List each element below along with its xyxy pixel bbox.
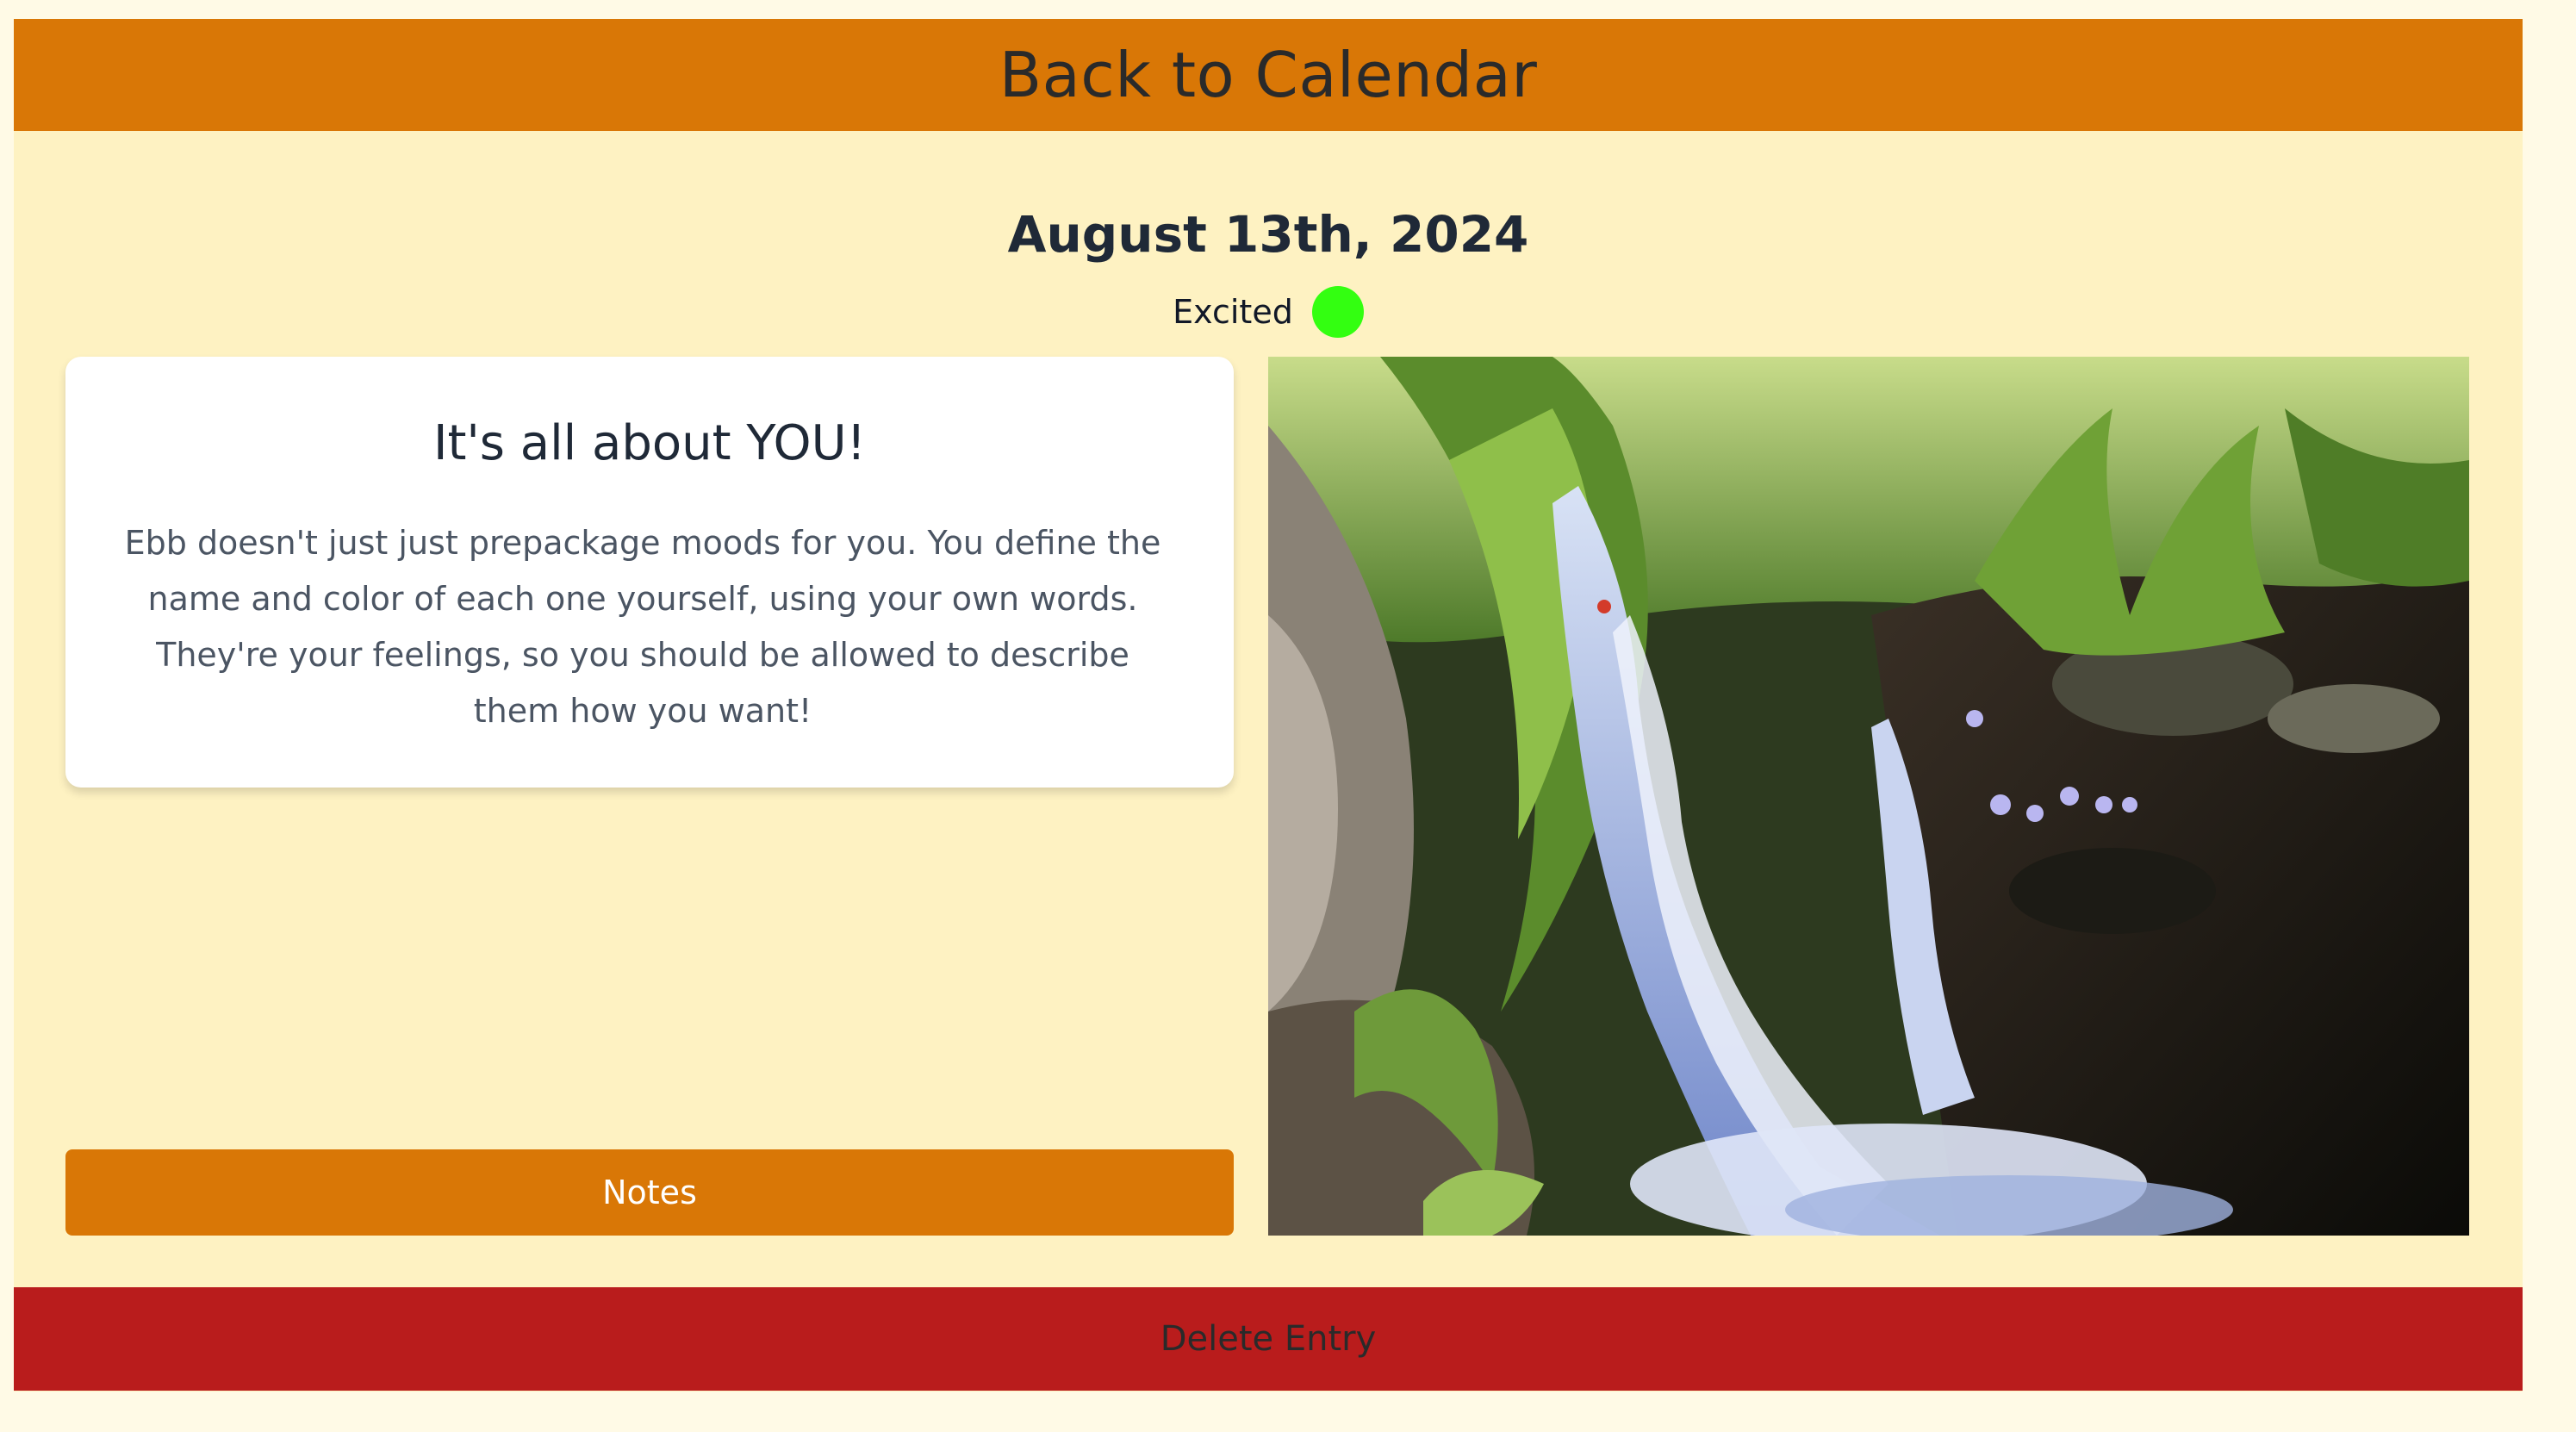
waterfall-photo	[1268, 357, 2469, 1236]
entry-panel: Back to Calendar August 13th, 2024 Excit…	[14, 19, 2523, 1392]
back-to-calendar-button[interactable]: Back to Calendar	[14, 19, 2523, 131]
entry-date-heading: August 13th, 2024	[1007, 205, 1529, 264]
info-card-body: Ebb doesn't just just prepackage moods f…	[124, 524, 1161, 730]
entry-photo	[1268, 357, 2469, 1236]
info-card-title: It's all about YOU!	[432, 415, 867, 471]
info-card: It's all about YOU! Ebb doesn't just jus…	[65, 357, 1234, 788]
mood-label: Excited	[1173, 293, 1293, 331]
mood-color-dot	[1311, 286, 1364, 338]
mood-indicator: Excited	[14, 286, 2523, 338]
delete-entry-button[interactable]: Delete Entry	[14, 1287, 2523, 1391]
notes-button[interactable]: Notes	[65, 1149, 1234, 1236]
